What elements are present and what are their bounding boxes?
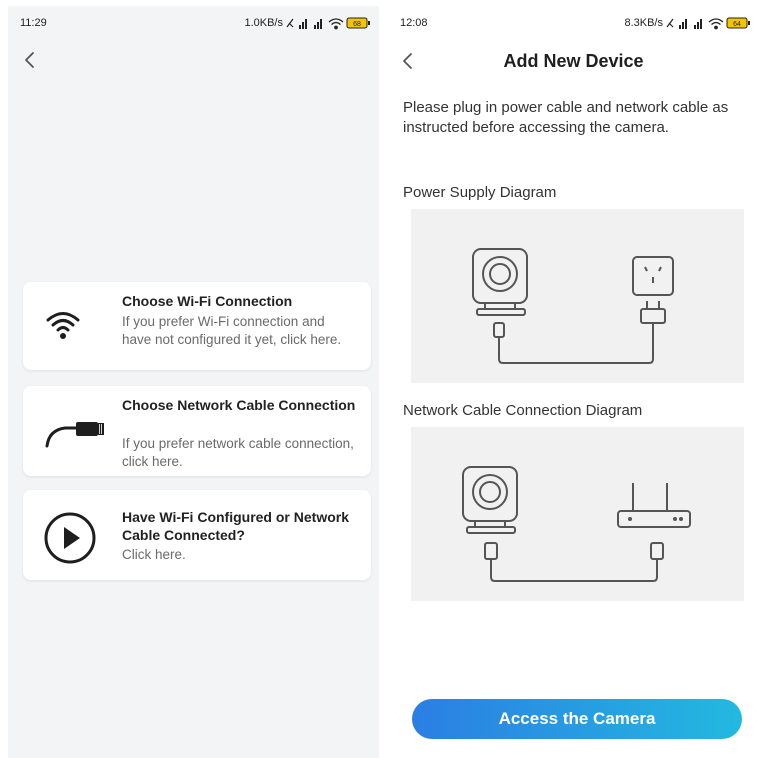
option-title: Have Wi-Fi Configured or Network Cable C…	[122, 509, 350, 543]
camera-icon	[472, 248, 528, 316]
status-bar: 12:08 8.3KB/s 64	[388, 6, 759, 40]
access-camera-button[interactable]: Access the Camera	[412, 699, 742, 739]
cell-signal-icon	[299, 19, 322, 29]
ethernet-plug-icon	[650, 542, 664, 573]
power-supply-diagram	[411, 209, 744, 383]
network-cable-option[interactable]: Choose Network Cable Connection If you p…	[23, 386, 371, 476]
option-description: Click here.	[122, 547, 186, 562]
battery-level: 68	[353, 21, 361, 28]
network-speed: 8.3KB/s	[624, 17, 663, 29]
add-new-device-screen: 12:08 8.3KB/s 64 Add New Device Please p…	[388, 6, 759, 758]
power-supply-heading: Power Supply Diagram	[403, 184, 557, 201]
page-title: Add New Device	[503, 51, 644, 71]
status-icons: 64	[666, 17, 750, 30]
wifi-connection-option[interactable]: Choose Wi-Fi Connection If you prefer Wi…	[23, 282, 371, 370]
network-cable-heading: Network Cable Connection Diagram	[403, 402, 643, 419]
content: Please plug in power cable and network c…	[388, 88, 759, 758]
back-icon[interactable]	[18, 48, 42, 72]
wifi-status-icon	[328, 18, 344, 30]
status-bar: 11:29 1.0KB/s 68	[8, 6, 379, 40]
network-cable-icon	[45, 422, 104, 448]
already-configured-option[interactable]: Have Wi-Fi Configured or Network Cable C…	[23, 490, 371, 580]
usb-plug-icon	[493, 322, 505, 354]
power-cable	[498, 331, 654, 364]
cell-signal-icon	[679, 19, 702, 29]
option-title: Choose Network Cable Connection	[122, 397, 356, 413]
play-icon	[44, 512, 96, 564]
option-description: If you prefer Wi-Fi connection and have …	[122, 314, 342, 347]
instructions-text: Please plug in power cable and network c…	[403, 99, 729, 136]
camera-icon	[462, 466, 518, 534]
ethernet-plug-icon	[484, 542, 498, 573]
signal-icon	[286, 18, 294, 28]
router-icon	[617, 483, 691, 528]
wifi-status-icon	[708, 18, 724, 30]
network-cable	[490, 573, 658, 582]
signal-icon	[666, 18, 674, 28]
network-speed: 1.0KB/s	[244, 17, 283, 29]
status-icons: 68	[286, 17, 370, 30]
page-header: Add New Device	[388, 40, 759, 86]
power-adapter-icon	[640, 301, 666, 331]
wifi-icon	[46, 312, 80, 339]
status-time: 12:08	[400, 17, 428, 29]
connection-type-screen: 11:29 1.0KB/s 68 Choose Wi-Fi Connection…	[8, 6, 379, 758]
power-outlet-icon	[632, 256, 674, 296]
network-cable-diagram	[411, 427, 744, 601]
status-time: 11:29	[20, 17, 47, 29]
battery-level: 64	[733, 21, 741, 28]
option-title: Choose Wi-Fi Connection	[122, 293, 293, 309]
option-description: If you prefer network cable connection, …	[122, 436, 354, 469]
